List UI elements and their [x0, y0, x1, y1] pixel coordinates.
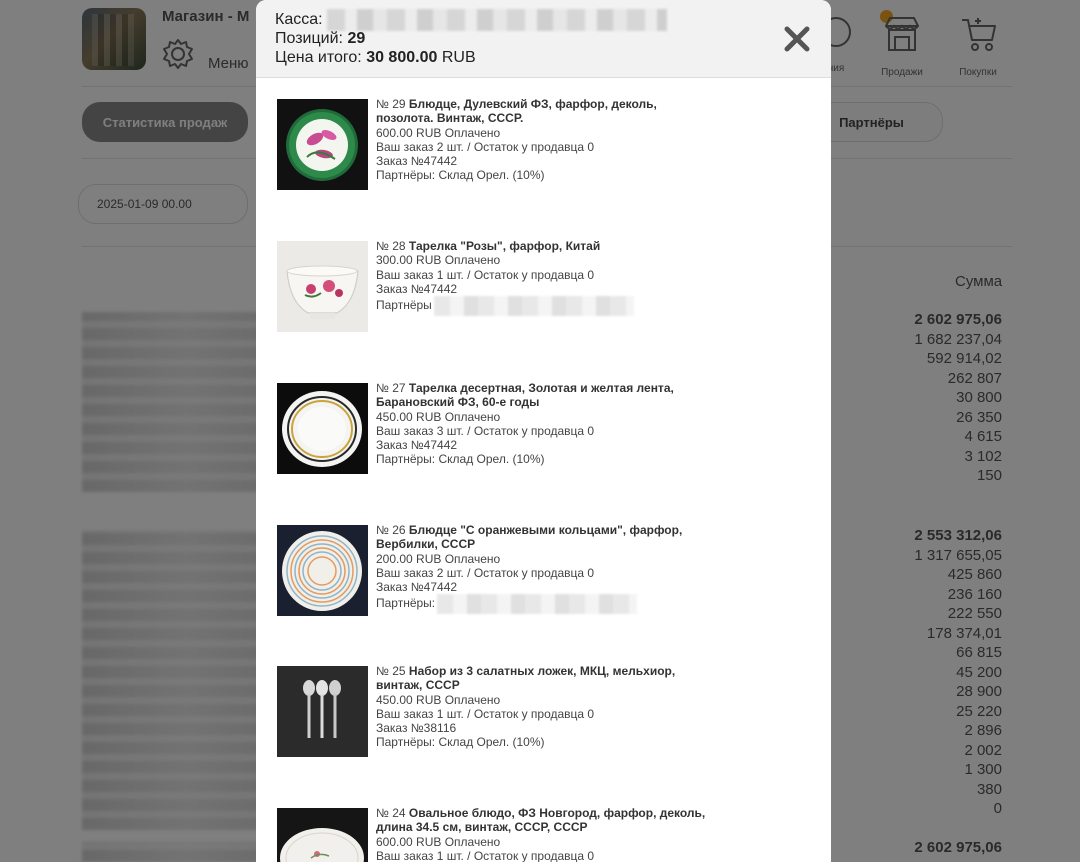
item-price: 450.00 RUB Оплачено: [376, 692, 501, 707]
positions-line: Позиций: 29: [275, 30, 365, 48]
kassa-label: Касса:: [275, 11, 323, 29]
positions-value: 29: [347, 30, 366, 47]
order-details-modal: Касса: Позиций: 29 Цена итого: 30 800.00…: [256, 0, 831, 862]
product-thumbnail[interactable]: [277, 666, 368, 757]
bowl-image: [277, 241, 368, 332]
item-price: 450.00 RUB Оплачено: [376, 409, 501, 424]
item-order-qty: Ваш заказ 2 шт. / Остаток у продавца 0: [376, 139, 595, 154]
product-thumbnail[interactable]: [277, 525, 368, 616]
total-line: Цена итого: 30 800.00 RUB: [275, 49, 476, 67]
item-order-qty: Ваш заказ 1 шт. / Остаток у продавца 0: [376, 706, 595, 721]
item-order-number: Заказ №47442: [376, 580, 458, 595]
item-order-qty: Ваш заказ 1 шт. / Остаток у продавца 0: [376, 267, 595, 282]
item-partners: Партнёры: [376, 298, 432, 313]
item-order-number: Заказ №38116: [376, 721, 457, 736]
item-info: № 24 Овальное блюдо, ФЗ Новгород, фарфор…: [376, 806, 706, 862]
total-label: Цена итого:: [275, 49, 362, 66]
item-partners: Партнёры: Склад Орел. (10%): [376, 735, 545, 750]
item-partners: Партнёры: Склад Орел. (10%): [376, 452, 545, 467]
total-value: 30 800.00: [366, 49, 438, 66]
item-price: 300.00 RUB Оплачено: [376, 253, 501, 268]
item-number: № 28: [376, 239, 406, 253]
item-info: № 26 Блюдце "С оранжевыми кольцами", фар…: [376, 523, 706, 615]
item-order-number: Заказ №47442: [376, 154, 458, 169]
product-thumbnail[interactable]: [277, 383, 368, 474]
item-partners: Партнёры: Склад Орел. (10%): [376, 168, 545, 183]
oval-dish-image: [277, 808, 368, 862]
total-currency: RUB: [441, 49, 476, 66]
item-order-qty: Ваш заказ 1 шт. / Остаток у продавца 0: [376, 848, 595, 862]
item-partners: Партнёры:: [376, 596, 436, 611]
kassa-line: Касса:: [275, 9, 667, 31]
item-order-qty: Ваш заказ 3 шт. / Остаток у продавца 0: [376, 423, 595, 438]
redacted-partners: [437, 594, 638, 615]
plate-image: [277, 383, 368, 474]
item-price: 600.00 RUB Оплачено: [376, 125, 501, 140]
modal-header: Касса: Позиций: 29 Цена итого: 30 800.00…: [256, 0, 831, 78]
product-thumbnail[interactable]: [277, 99, 368, 190]
saucer-rings-image: [277, 525, 368, 616]
item-title[interactable]: Овальное блюдо, ФЗ Новгород, фарфор, дек…: [376, 806, 705, 834]
product-thumbnail[interactable]: [277, 241, 368, 332]
positions-label: Позиций:: [275, 30, 343, 47]
item-order-qty: Ваш заказ 2 шт. / Остаток у продавца 0: [376, 565, 595, 580]
item-title[interactable]: Набор из 3 салатных ложек, МКЦ, мельхиор…: [376, 664, 675, 692]
redacted-partners: [433, 296, 634, 317]
item-info: № 28 Тарелка "Розы", фарфор, Китай 300.0…: [376, 239, 706, 317]
redacted-kassa: [326, 9, 667, 31]
close-icon[interactable]: [780, 22, 814, 56]
item-number: № 26: [376, 523, 406, 537]
saucer-image: [277, 99, 368, 190]
item-order-number: Заказ №47442: [376, 281, 458, 296]
item-price: 600.00 RUB Оплачено: [376, 834, 501, 849]
spoons-image: [277, 666, 368, 757]
item-title[interactable]: Блюдце, Дулевский ФЗ, фарфор, деколь, по…: [376, 97, 657, 125]
item-info: № 25 Набор из 3 салатных ложек, МКЦ, мел…: [376, 664, 706, 750]
item-number: № 25: [376, 664, 406, 678]
item-info: № 29 Блюдце, Дулевский ФЗ, фарфор, декол…: [376, 97, 706, 183]
item-number: № 24: [376, 806, 406, 820]
item-number: № 29: [376, 97, 406, 111]
item-order-number: Заказ №47442: [376, 438, 458, 453]
item-number: № 27: [376, 381, 406, 395]
item-title[interactable]: Блюдце "С оранжевыми кольцами", фарфор, …: [376, 523, 682, 551]
item-title[interactable]: Тарелка десертная, Золотая и желтая лент…: [376, 381, 674, 409]
item-title[interactable]: Тарелка "Розы", фарфор, Китай: [409, 239, 600, 253]
item-info: № 27 Тарелка десертная, Золотая и желтая…: [376, 381, 706, 467]
item-price: 200.00 RUB Оплачено: [376, 551, 501, 566]
product-thumbnail[interactable]: [277, 808, 368, 862]
